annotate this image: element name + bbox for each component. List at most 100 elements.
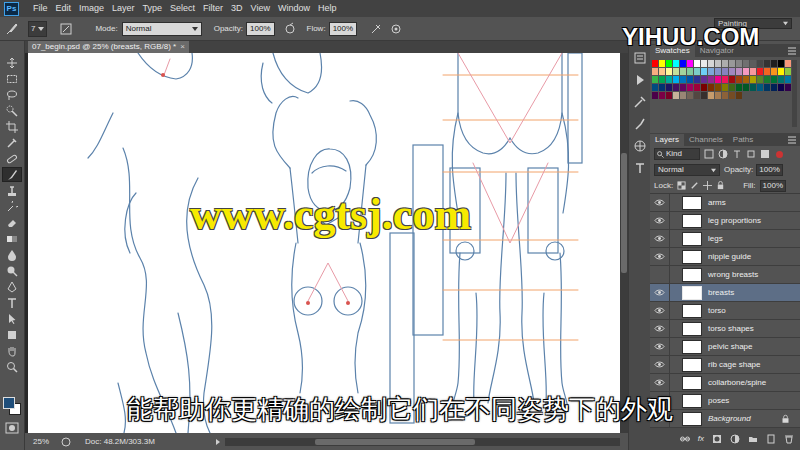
pixel-filter-icon[interactable] bbox=[704, 149, 714, 159]
swatch[interactable] bbox=[736, 60, 742, 67]
swatch[interactable] bbox=[715, 68, 721, 75]
swatch[interactable] bbox=[757, 76, 763, 83]
menu-item[interactable]: Layer bbox=[110, 4, 137, 13]
new-layer-icon[interactable] bbox=[766, 434, 776, 444]
swatch[interactable] bbox=[722, 68, 728, 75]
swatch[interactable] bbox=[757, 84, 763, 91]
swatch[interactable] bbox=[764, 60, 770, 67]
panel-tab[interactable]: Paths bbox=[728, 134, 758, 146]
swatch[interactable] bbox=[785, 84, 791, 91]
swatch[interactable] bbox=[659, 76, 665, 83]
smart-object-filter-icon[interactable] bbox=[760, 149, 770, 159]
layer-row[interactable]: breasts bbox=[650, 284, 800, 302]
swatch[interactable] bbox=[750, 76, 756, 83]
swatch[interactable] bbox=[757, 60, 763, 67]
tool-button[interactable] bbox=[2, 247, 22, 262]
layer-row[interactable]: pelvic shape bbox=[650, 338, 800, 356]
character-icon[interactable] bbox=[633, 161, 647, 175]
quick-mask-icon[interactable] bbox=[5, 422, 19, 434]
visibility-toggle[interactable] bbox=[650, 212, 670, 230]
swatch[interactable] bbox=[659, 60, 665, 67]
app-logo[interactable]: Ps bbox=[4, 2, 19, 16]
scroll-thumb[interactable] bbox=[315, 439, 475, 445]
swatch[interactable] bbox=[722, 92, 728, 99]
scroll-thumb[interactable] bbox=[621, 153, 627, 273]
tool-button[interactable] bbox=[2, 135, 22, 150]
menu-item[interactable]: File bbox=[31, 4, 50, 13]
swatch[interactable] bbox=[680, 92, 686, 99]
visibility-toggle[interactable] bbox=[650, 284, 670, 302]
brush-icon[interactable] bbox=[4, 22, 18, 36]
swatch[interactable] bbox=[687, 76, 693, 83]
swatch[interactable] bbox=[708, 76, 714, 83]
swatch[interactable] bbox=[785, 76, 791, 83]
swatch[interactable] bbox=[757, 68, 763, 75]
menu-item[interactable]: Select bbox=[168, 4, 197, 13]
swatch[interactable] bbox=[778, 68, 784, 75]
swatch[interactable] bbox=[659, 84, 665, 91]
swatch[interactable] bbox=[764, 76, 770, 83]
swatch[interactable] bbox=[701, 92, 707, 99]
trash-icon[interactable] bbox=[784, 434, 794, 444]
pressure-opacity-icon[interactable] bbox=[283, 22, 297, 36]
swatch[interactable] bbox=[666, 60, 672, 67]
visibility-toggle[interactable] bbox=[650, 302, 670, 320]
swatch[interactable] bbox=[722, 76, 728, 83]
tool-button[interactable] bbox=[2, 343, 22, 358]
swatch[interactable] bbox=[771, 60, 777, 67]
swatch[interactable] bbox=[736, 92, 742, 99]
actions-icon[interactable] bbox=[633, 73, 647, 87]
menu-item[interactable]: Type bbox=[141, 4, 165, 13]
swatch[interactable] bbox=[701, 84, 707, 91]
swatch[interactable] bbox=[715, 76, 721, 83]
info-icon[interactable] bbox=[61, 437, 71, 447]
vertical-scrollbar[interactable] bbox=[620, 53, 628, 433]
swatch[interactable] bbox=[715, 60, 721, 67]
visibility-toggle[interactable] bbox=[650, 338, 670, 356]
swatch-scrollbar[interactable] bbox=[792, 60, 797, 127]
panel-tab[interactable]: Layers bbox=[650, 134, 684, 146]
pressure-size-icon[interactable] bbox=[389, 22, 403, 36]
swatch[interactable] bbox=[729, 92, 735, 99]
layer-opacity-field[interactable]: 100% bbox=[756, 164, 782, 176]
swatch[interactable] bbox=[778, 60, 784, 67]
mask-icon[interactable] bbox=[712, 434, 722, 444]
filter-toggle[interactable] bbox=[776, 151, 783, 158]
close-tab-button[interactable]: × bbox=[180, 43, 185, 51]
swatch[interactable] bbox=[743, 76, 749, 83]
brush-panel-icon[interactable] bbox=[59, 22, 73, 36]
layer-row[interactable]: wrong breasts bbox=[650, 266, 800, 284]
panel-menu-icon[interactable] bbox=[788, 47, 796, 55]
swatch[interactable] bbox=[673, 68, 679, 75]
swatch[interactable] bbox=[701, 76, 707, 83]
menu-item[interactable]: Edit bbox=[54, 4, 74, 13]
visibility-toggle[interactable] bbox=[650, 194, 670, 212]
swatch[interactable] bbox=[764, 68, 770, 75]
blend-mode-dropdown[interactable]: Normal bbox=[654, 164, 720, 176]
menu-item[interactable]: Filter bbox=[201, 4, 225, 13]
tool-button[interactable] bbox=[2, 359, 22, 374]
visibility-toggle[interactable] bbox=[650, 356, 670, 374]
swatch[interactable] bbox=[708, 84, 714, 91]
tool-button[interactable] bbox=[2, 231, 22, 246]
tool-button[interactable] bbox=[2, 103, 22, 118]
visibility-toggle[interactable] bbox=[650, 374, 670, 392]
swatch[interactable] bbox=[652, 84, 658, 91]
swatch[interactable] bbox=[680, 60, 686, 67]
swatch[interactable] bbox=[687, 92, 693, 99]
menu-item[interactable]: Window bbox=[276, 4, 312, 13]
swatch[interactable] bbox=[722, 84, 728, 91]
swatch[interactable] bbox=[666, 76, 672, 83]
menu-item[interactable]: Image bbox=[77, 4, 106, 13]
lock-transparent-icon[interactable] bbox=[677, 181, 686, 190]
swatch[interactable] bbox=[694, 84, 700, 91]
swatch[interactable] bbox=[680, 84, 686, 91]
swatch[interactable] bbox=[743, 68, 749, 75]
visibility-toggle[interactable] bbox=[650, 248, 670, 266]
airbrush-icon[interactable] bbox=[369, 22, 383, 36]
swatch[interactable] bbox=[708, 68, 714, 75]
layer-style-button[interactable]: fx bbox=[698, 435, 704, 443]
swatch[interactable] bbox=[715, 92, 721, 99]
lock-position-icon[interactable] bbox=[703, 181, 712, 190]
tools-icon[interactable] bbox=[633, 95, 647, 109]
